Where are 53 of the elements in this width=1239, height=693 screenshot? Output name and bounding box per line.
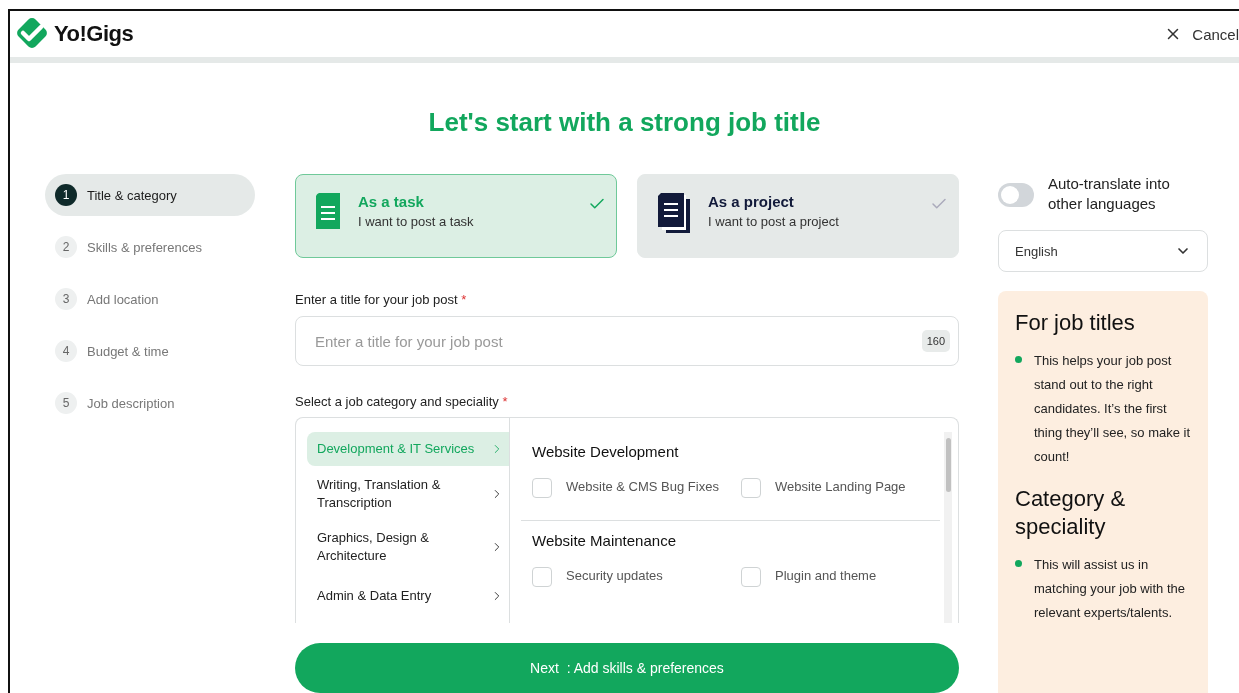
document-icon: [316, 193, 340, 229]
step-label: Add location: [87, 291, 159, 307]
checkbox[interactable]: [532, 567, 552, 587]
option-label: Website Landing Page: [775, 478, 906, 495]
checkbox[interactable]: [532, 478, 552, 498]
card-subtitle: I want to post a task: [358, 214, 474, 229]
checkbox[interactable]: [741, 478, 761, 498]
field-label: Select a job category and speciality *: [295, 394, 509, 409]
step-item[interactable]: 2 Skills & preferences: [45, 226, 255, 268]
field-label: Enter a title for your job post *: [295, 292, 468, 307]
cancel-button[interactable]: Cancel: [1164, 25, 1239, 43]
card-title: As a project: [708, 193, 795, 210]
toggle-label: Auto-translate into other languages: [1048, 174, 1171, 214]
card-subtitle: I want to post a project: [708, 214, 839, 229]
step-item[interactable]: 3 Add location: [45, 278, 255, 320]
page-heading: Let's start with a strong job title: [427, 107, 822, 138]
group-title: Website Maintenance: [532, 532, 677, 549]
checkbox[interactable]: [741, 567, 761, 587]
bullet-icon: [1015, 560, 1022, 567]
step-number: 1: [55, 184, 77, 206]
tip-text: This helps your job post stand out to the right candidates. It’s the first thing they’ll see, so make it count!: [1034, 352, 1192, 466]
step-item[interactable]: 5 Job description: [45, 382, 255, 424]
option-label: Website & CMS Bug Fixes: [566, 478, 719, 495]
step-label: Skills & preferences: [87, 239, 202, 255]
toggle-switch[interactable]: [998, 183, 1034, 207]
category-item[interactable]: Graphics, Design & Architecture: [307, 525, 509, 569]
language-select[interactable]: English: [998, 230, 1208, 272]
step-number: 3: [55, 288, 77, 310]
tip-text: This will assist us in matching your job with the relevant experts/talents.: [1034, 556, 1187, 622]
step-label: Job description: [87, 395, 175, 411]
step-number: 4: [55, 340, 77, 362]
step-item[interactable]: 4 Budget & time: [45, 330, 255, 372]
step-number: 2: [55, 236, 77, 258]
bullet-icon: [1015, 356, 1022, 363]
card-title: As a task: [358, 193, 425, 210]
step-item[interactable]: 1 Title & category: [45, 174, 255, 216]
category-item[interactable]: Writing, Translation & Transcription: [307, 472, 509, 516]
post-type-card[interactable]: As a project I want to post a project: [637, 174, 959, 258]
logo-text: Yo!Gigs: [54, 21, 134, 47]
scrollbar[interactable]: [944, 432, 952, 623]
post-type-card[interactable]: As a task I want to post a task: [295, 174, 617, 258]
group-title: Website Development: [532, 443, 680, 460]
documents-icon: [658, 193, 690, 233]
tip-title: Category & speciality: [1015, 485, 1127, 541]
character-counter: 160: [921, 330, 950, 352]
tip-title: For job titles: [1015, 309, 1136, 337]
title-field[interactable]: Enter a title for your job post 160: [295, 316, 959, 366]
step-label: Title & category: [87, 187, 177, 203]
step-label: Budget & time: [87, 343, 169, 359]
option-label: Plugin and theme: [775, 567, 877, 584]
option-label: Security updates: [566, 567, 663, 584]
step-number: 5: [55, 392, 77, 414]
category-item[interactable]: Admin & Data Entry: [307, 579, 509, 613]
